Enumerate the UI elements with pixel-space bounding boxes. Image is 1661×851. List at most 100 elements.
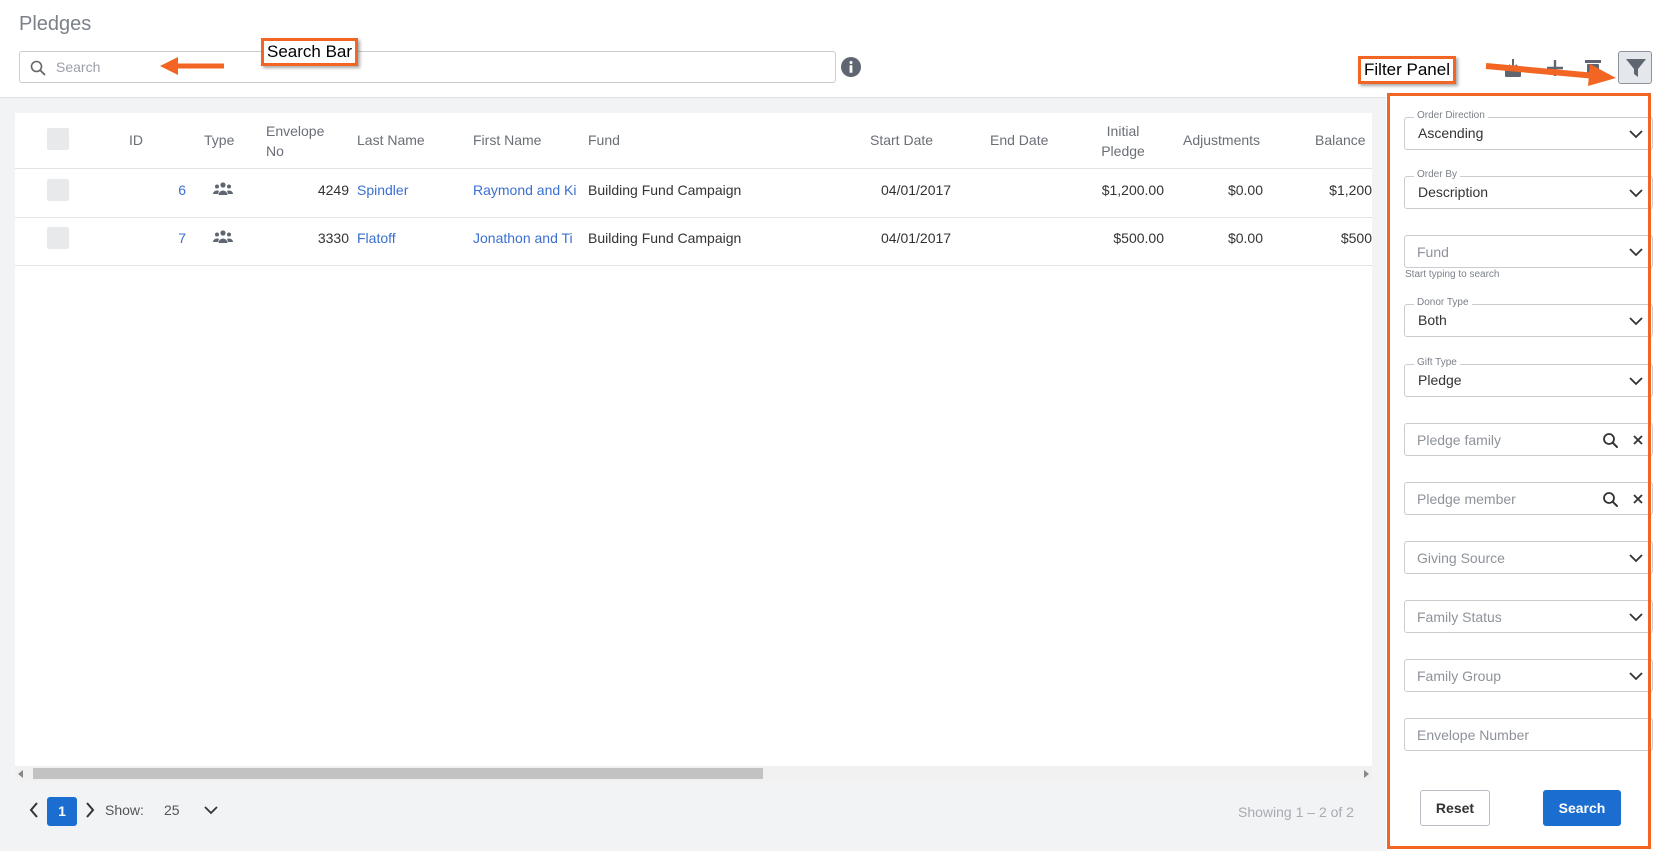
donor-type-value: Both <box>1418 312 1447 328</box>
chevron-down-icon <box>1629 672 1643 681</box>
chevron-down-icon <box>1629 130 1643 139</box>
family-status-select[interactable]: Family Status <box>1404 600 1653 633</box>
annotation-arrow-icon <box>160 57 224 75</box>
column-header-last-name[interactable]: Last Name <box>357 130 425 150</box>
select-all-checkbox[interactable] <box>47 128 69 150</box>
pledge-member-placeholder: Pledge member <box>1417 491 1516 507</box>
pledges-page: Pledges ID Type Envelope No Las <box>0 0 1661 851</box>
giving-source-select[interactable]: Giving Source <box>1404 541 1653 574</box>
pledge-family-placeholder: Pledge family <box>1417 432 1502 448</box>
order-direction-select[interactable]: Order Direction Ascending <box>1404 110 1653 150</box>
page-title: Pledges <box>19 13 92 35</box>
clear-icon[interactable] <box>1632 434 1644 446</box>
row-checkbox[interactable] <box>47 227 69 249</box>
column-header-first-name[interactable]: First Name <box>473 130 541 150</box>
chevron-down-icon[interactable] <box>204 805 218 815</box>
scroll-right-arrow-icon[interactable] <box>1364 770 1369 778</box>
pledge-family-field[interactable]: Pledge family <box>1404 423 1653 456</box>
row-id-link[interactable]: 6 <box>168 180 186 200</box>
envelope-number-placeholder: Envelope Number <box>1417 727 1530 743</box>
column-header-envelope[interactable]: Envelope No <box>266 121 336 161</box>
row-balance: $500 <box>1340 230 1372 246</box>
row-last-name-link[interactable]: Flatoff <box>357 228 396 248</box>
search-icon[interactable] <box>1602 432 1619 449</box>
envelope-number-field[interactable]: Envelope Number <box>1404 718 1653 751</box>
results-count: Showing 1 – 2 of 2 <box>1238 804 1354 820</box>
family-icon <box>213 230 233 243</box>
search-bar[interactable] <box>19 51 836 83</box>
fund-select[interactable]: Fund <box>1404 235 1653 268</box>
gift-type-label: Gift Type <box>1414 357 1460 368</box>
row-fund: Building Fund Campaign <box>588 182 742 198</box>
row-initial-pledge: $500.00 <box>1113 230 1164 246</box>
row-first-name-link[interactable]: Jonathon and Ti <box>473 228 583 248</box>
row-initial-pledge: $1,200.00 <box>1101 182 1164 198</box>
clear-icon[interactable] <box>1632 493 1644 505</box>
order-by-label: Order By <box>1414 169 1461 180</box>
chevron-down-icon <box>1629 377 1643 386</box>
chevron-down-icon <box>1629 248 1643 257</box>
info-icon[interactable] <box>840 56 862 78</box>
page-size-label: Show: <box>105 802 144 818</box>
family-icon <box>213 182 233 195</box>
chevron-down-icon <box>1629 554 1643 563</box>
search-icon[interactable] <box>1602 491 1619 508</box>
chevron-down-icon <box>1629 613 1643 622</box>
chevron-down-icon <box>1629 317 1643 326</box>
column-header-balance[interactable]: Balance <box>1315 130 1366 150</box>
column-header-fund[interactable]: Fund <box>588 130 620 150</box>
order-by-value: Description <box>1418 184 1489 200</box>
column-header-start-date[interactable]: Start Date <box>870 130 933 150</box>
row-last-name-link[interactable]: Spindler <box>357 180 408 200</box>
row-balance: $1,200 <box>1329 182 1372 198</box>
row-adjustments: $0.00 <box>1227 230 1263 246</box>
filter-icon <box>1626 59 1646 77</box>
scrollbar-thumb[interactable] <box>33 768 763 779</box>
row-start-date: 04/01/2017 <box>881 230 952 246</box>
current-page-button[interactable]: 1 <box>47 797 77 826</box>
chevron-down-icon <box>1629 189 1643 198</box>
donor-type-label: Donor Type <box>1414 297 1472 308</box>
search-icon <box>30 60 46 76</box>
column-header-id[interactable]: ID <box>129 130 143 150</box>
filter-toggle-button[interactable] <box>1618 51 1652 84</box>
annotation-arrow-icon <box>1485 63 1616 86</box>
gift-type-select[interactable]: Gift Type Pledge <box>1404 357 1653 397</box>
column-header-initial-pledge[interactable]: Initial Pledge <box>1090 121 1156 161</box>
scroll-left-arrow-icon[interactable] <box>18 770 23 778</box>
row-fund: Building Fund Campaign <box>588 230 742 246</box>
previous-page-icon[interactable] <box>27 801 41 819</box>
page-size-select[interactable]: 25 <box>164 802 180 818</box>
row-first-name-link[interactable]: Raymond and Ki <box>473 180 583 200</box>
gift-type-value: Pledge <box>1418 372 1462 388</box>
header-divider-line <box>15 168 1372 169</box>
family-group-select[interactable]: Family Group <box>1404 659 1653 692</box>
order-by-select[interactable]: Order By Description <box>1404 169 1653 209</box>
next-page-icon[interactable] <box>83 801 97 819</box>
family-status-placeholder: Family Status <box>1417 609 1502 625</box>
horizontal-scrollbar[interactable] <box>15 766 1372 781</box>
row-adjustments: $0.00 <box>1227 182 1263 198</box>
giving-source-placeholder: Giving Source <box>1417 550 1505 566</box>
order-direction-label: Order Direction <box>1414 110 1488 121</box>
row-checkbox[interactable] <box>47 179 69 201</box>
fund-placeholder: Fund <box>1417 244 1449 260</box>
row-divider-line <box>15 217 1372 218</box>
row-envelope: 4249 <box>317 182 349 198</box>
row-start-date: 04/01/2017 <box>881 182 952 198</box>
column-header-adjustments[interactable]: Adjustments <box>1183 130 1260 150</box>
search-button[interactable]: Search <box>1543 790 1621 826</box>
column-header-end-date[interactable]: End Date <box>990 130 1048 150</box>
fund-hint: Start typing to search <box>1405 269 1500 280</box>
row-id-link[interactable]: 7 <box>168 228 186 248</box>
row-envelope: 3330 <box>317 230 349 246</box>
donor-type-select[interactable]: Donor Type Both <box>1404 297 1653 337</box>
reset-button[interactable]: Reset <box>1420 790 1490 826</box>
pledge-member-field[interactable]: Pledge member <box>1404 482 1653 515</box>
family-group-placeholder: Family Group <box>1417 668 1502 684</box>
filter-panel-callout: Filter Panel <box>1358 56 1456 84</box>
row-divider-line <box>15 265 1372 266</box>
order-direction-value: Ascending <box>1418 125 1484 141</box>
search-bar-callout: Search Bar <box>261 38 359 66</box>
column-header-type[interactable]: Type <box>204 130 234 150</box>
